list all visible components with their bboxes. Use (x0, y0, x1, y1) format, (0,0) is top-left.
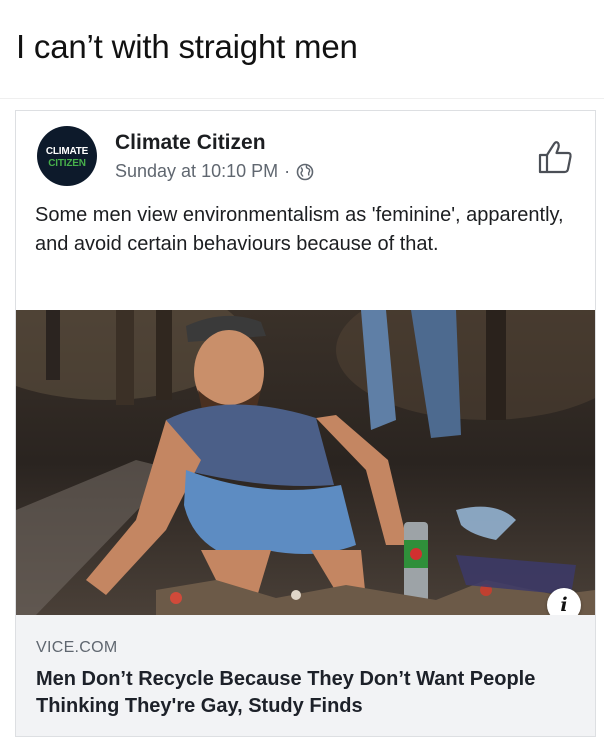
post-photo[interactable] (16, 310, 595, 615)
meme-caption: I can’t with straight men (16, 28, 358, 65)
divider (0, 98, 604, 99)
post-timestamp[interactable]: Sunday at 10:10 PM (115, 161, 278, 182)
post-meta: Sunday at 10:10 PM · (115, 161, 314, 182)
link-domain: VICE.COM (36, 639, 118, 656)
link-headline[interactable]: Men Don’t Recycle Because They Don’t Wan… (36, 666, 576, 720)
photo-illustration (16, 310, 595, 615)
meta-separator: · (284, 161, 291, 181)
page-name-link[interactable]: Climate Citizen (115, 131, 266, 155)
avatar-text-climate: CLIMATE (45, 146, 89, 157)
post-text: Some men view environmentalism as 'femin… (35, 204, 564, 255)
page-avatar[interactable]: CLIMATE CITIZEN (37, 126, 97, 186)
avatar-text-citizen: CITIZEN (48, 158, 86, 169)
globe-icon (296, 163, 314, 180)
facebook-post-card: CLIMATE CITIZEN Climate Citizen Sunday a… (15, 110, 596, 737)
link-preview[interactable]: VICE.COM Men Don’t Recycle Because They … (16, 615, 595, 736)
thumbs-up-icon[interactable] (536, 138, 574, 176)
